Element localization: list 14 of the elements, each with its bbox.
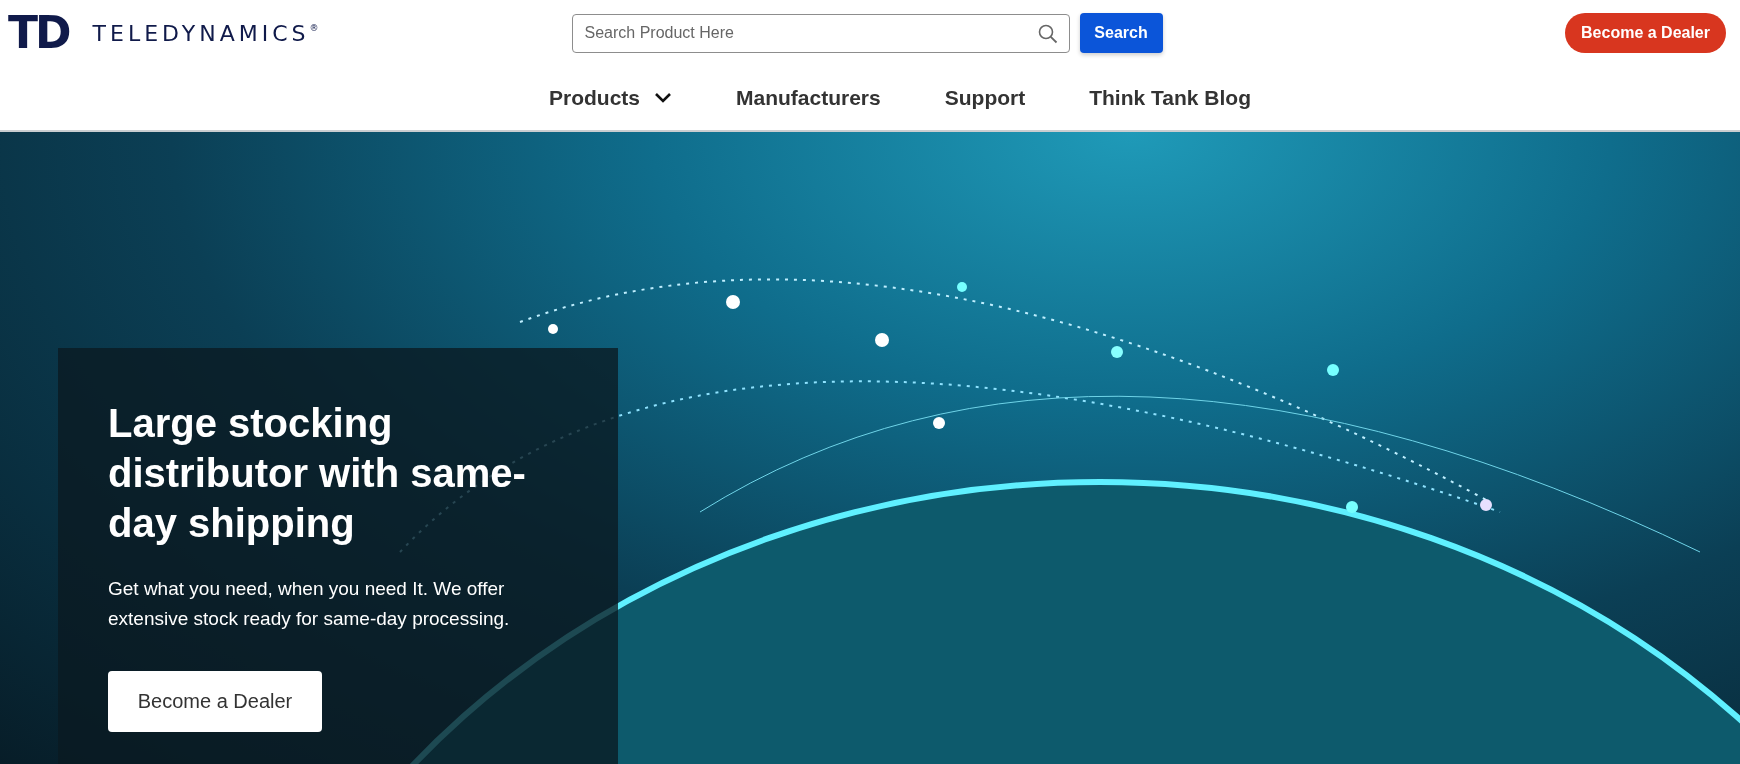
logo-mark[interactable]: TD	[8, 13, 75, 53]
nav-link[interactable]: Think Tank Blog	[1089, 86, 1251, 110]
hero-title: Large stocking distributor with same-day shipping	[108, 400, 527, 547]
search-field[interactable]: Search Product Here	[571, 13, 1070, 53]
nav-link[interactable]: Manufacturers	[736, 86, 881, 110]
search-button[interactable]: Search	[1079, 13, 1163, 53]
become-dealer-button[interactable]: Become a Dealer	[1565, 13, 1726, 53]
search-icon	[1037, 23, 1058, 44]
chevron-down-icon	[654, 92, 672, 104]
become-dealer-button[interactable]: Become a Dealer	[108, 671, 322, 732]
brand-name[interactable]: TELEDYNAMICS®	[92, 20, 319, 46]
nav-link[interactable]: Products	[549, 86, 672, 110]
nav-link[interactable]: Support	[944, 86, 1026, 110]
hero-text: Get what you need, when you need It. We offer extensive stock ready for same-day processing.	[108, 577, 511, 631]
